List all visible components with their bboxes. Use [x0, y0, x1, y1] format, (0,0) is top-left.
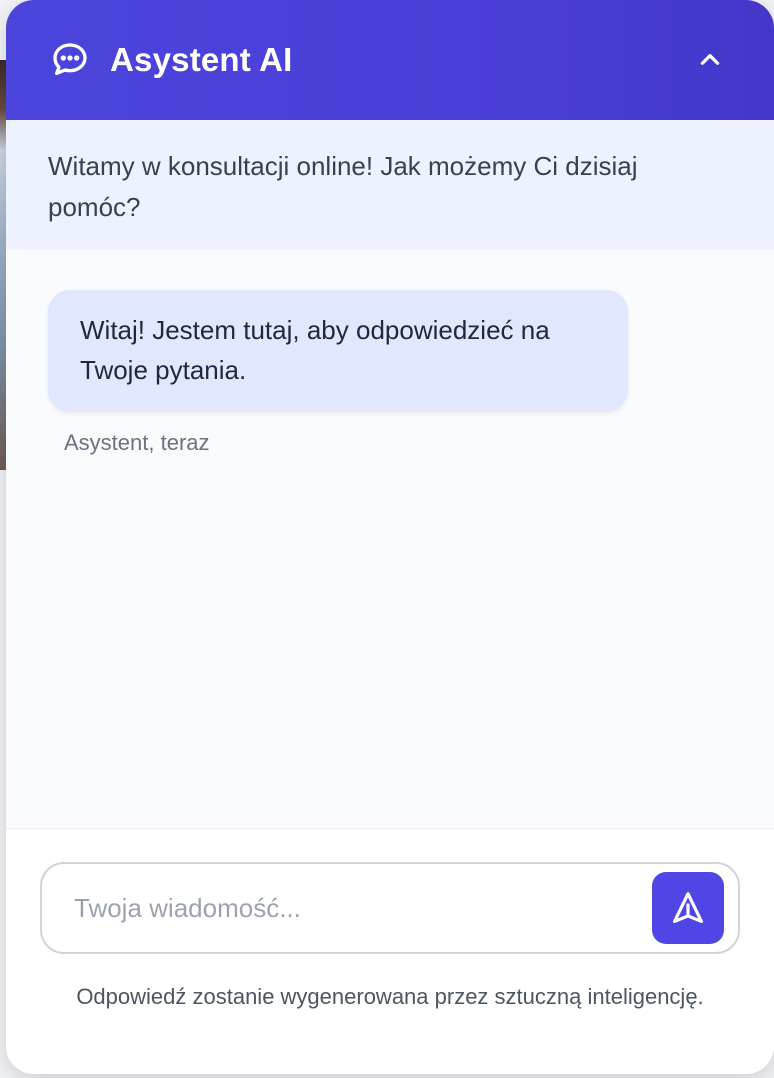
- message-list[interactable]: Witaj! Jestem tutaj, aby odpowiedzieć na…: [6, 250, 774, 828]
- ai-disclaimer: Odpowiedź zostanie wygenerowana przez sz…: [76, 984, 704, 1009]
- header-title-group: Asystent AI: [50, 40, 293, 80]
- message-composer: [40, 862, 740, 954]
- chat-title: Asystent AI: [110, 41, 293, 78]
- chat-bubble-dots-icon: [53, 43, 87, 76]
- welcome-banner: Witamy w konsultacji online! Jak możemy …: [6, 120, 774, 250]
- send-icon: [672, 892, 704, 924]
- chat-widget: Asystent AI Witamy w konsultacji online!…: [6, 0, 774, 1074]
- assistant-message-bubble: Witaj! Jestem tutaj, aby odpowiedzieć na…: [48, 290, 628, 412]
- message-meta: Asystent, teraz: [64, 430, 210, 455]
- collapse-button[interactable]: [690, 40, 730, 80]
- welcome-text: Witamy w konsultacji online! Jak możemy …: [48, 151, 638, 222]
- chat-footer: Odpowiedź zostanie wygenerowana przez sz…: [6, 828, 774, 1074]
- chevron-up-icon: [700, 54, 720, 65]
- message-input[interactable]: [44, 866, 644, 950]
- chat-header[interactable]: Asystent AI: [6, 0, 774, 120]
- message-text: Witaj! Jestem tutaj, aby odpowiedzieć na…: [80, 315, 550, 385]
- send-button[interactable]: [652, 872, 724, 944]
